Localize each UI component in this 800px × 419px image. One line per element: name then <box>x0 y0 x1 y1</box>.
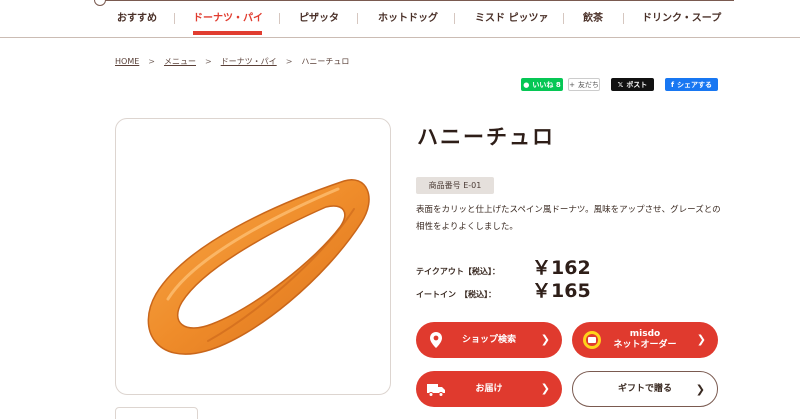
top-nav: おすすめ ドーナツ・パイ ピザッタ ホットドッグ ミスド ピッツァ 飲茶 ドリン… <box>0 0 800 38</box>
honey-churro-image <box>147 178 370 355</box>
nav-item-hotdog[interactable]: ホットドッグ <box>378 9 438 29</box>
chevron-right-icon: ❯ <box>695 383 705 396</box>
x-logo-icon: 𝕏 <box>617 80 624 89</box>
nav-divider <box>357 13 358 24</box>
breadcrumb-current: ハニーチュロ <box>301 57 350 66</box>
net-order-line1: misdo <box>629 329 661 339</box>
price-eatin-label: イートイン 【税込】： <box>416 290 496 299</box>
product-title: ハニーチュロ <box>417 125 555 149</box>
nav-divider <box>174 13 175 24</box>
nav-item-yum-cha[interactable]: 飲茶 <box>583 9 603 29</box>
active-tab-indicator <box>193 31 262 35</box>
breadcrumb-separator: > <box>204 57 212 66</box>
nav-item-recommend[interactable]: おすすめ <box>117 9 157 29</box>
product-code-badge: 商品番号 E-01 <box>416 177 494 194</box>
chevron-right-icon: ❯ <box>696 333 706 346</box>
chevron-right-icon: ❯ <box>540 382 550 395</box>
nav-divider <box>623 13 624 24</box>
x-post-button[interactable]: 𝕏 ポスト <box>611 78 654 91</box>
nav-notch <box>94 0 106 6</box>
nav-item-misdo-pizza[interactable]: ミスド ピッツァ <box>475 9 548 29</box>
nav-item-donut-pie[interactable]: ドーナツ・パイ <box>193 9 263 35</box>
nav-item-drink-soup[interactable]: ドリンク・スープ <box>642 9 721 29</box>
breadcrumb-separator: > <box>148 57 155 66</box>
net-order-button[interactable]: misdo ネットオーダー ❯ <box>572 322 718 358</box>
nav-divider <box>454 13 455 24</box>
line-friend-button[interactable]: + 友だち <box>568 78 600 91</box>
product-description: 表面をカリッと仕上げたスペイン風ドーナツ。風味をアップさせ、グレーズとの相性をよ… <box>416 205 721 232</box>
net-order-line2: ネットオーダー <box>613 340 677 350</box>
product-image <box>115 118 391 395</box>
line-icon: ● <box>523 80 530 89</box>
price-eatin: イートイン 【税込】： ￥165 <box>416 276 591 303</box>
delivery-button[interactable]: お届け ❯ <box>416 371 562 407</box>
nav-top-line <box>98 0 734 1</box>
facebook-share-button[interactable]: f シェアする <box>665 78 718 91</box>
add-friend-icon: + <box>569 80 575 89</box>
breadcrumb: HOME > メニュー > ドーナツ・パイ > ハニーチュロ <box>115 56 349 67</box>
breadcrumb-donut-pie[interactable]: ドーナツ・パイ <box>221 57 277 66</box>
gift-button[interactable]: ギフトで贈る ❯ <box>572 371 718 407</box>
nav-item-pizzatta[interactable]: ピザッタ <box>299 9 339 29</box>
nav-divider <box>279 13 280 24</box>
nav-divider <box>563 13 564 24</box>
product-thumbnail[interactable] <box>115 407 198 419</box>
breadcrumb-home[interactable]: HOME <box>115 57 139 66</box>
facebook-icon: f <box>670 80 675 89</box>
breadcrumb-separator: > <box>285 57 293 66</box>
price-eatin-value: ￥165 <box>532 280 591 302</box>
line-like-button[interactable]: ● いいね 8 <box>521 78 563 91</box>
chevron-right-icon: ❯ <box>540 333 550 346</box>
breadcrumb-menu[interactable]: メニュー <box>164 57 196 66</box>
shop-search-button[interactable]: ショップ検索 ❯ <box>416 322 562 358</box>
